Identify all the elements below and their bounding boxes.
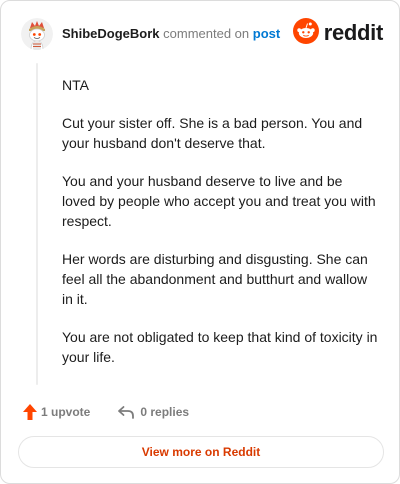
reddit-logo-icon [292,17,319,49]
username-link[interactable]: ShibeDogeBork [62,26,160,41]
replies-button[interactable]: 0 replies [112,404,189,420]
replies-count: 0 replies [140,405,190,419]
comment-meta: ShibeDogeBork commented on post [62,26,280,42]
reddit-wordmark: reddit [323,20,384,45]
post-link[interactable]: post [253,26,280,41]
comment-paragraph: NTA [62,77,89,93]
comment-paragraph: Her words are disturbing and disgusting.… [62,251,368,307]
thread-line [36,63,38,385]
comment-body: NTA Cut your sister off. She is a bad pe… [62,75,378,385]
comment-paragraph: You are not obligated to keep that kind … [62,329,378,365]
comment-paragraph: Cut your sister off. She is a bad person… [62,115,363,151]
commented-on-text: commented on [163,26,250,41]
reply-arrow-icon [117,404,135,420]
upvote-arrow-icon [22,403,38,421]
comment-header: ShibeDogeBork commented on post reddit [21,17,384,52]
upvote-button[interactable]: 1 upvote [19,403,90,421]
upvote-count: 1 upvote [41,405,91,419]
comment-paragraph: You and your husband deserve to live and… [62,173,376,229]
comment-actions: 1 upvote 0 replies [19,401,189,423]
snoo-avatar-icon[interactable] [21,18,53,50]
reddit-brand[interactable]: reddit [292,17,384,49]
comment-embed-card: ShibeDogeBork commented on post reddit N… [0,0,400,484]
view-more-on-reddit-button[interactable]: View more on Reddit [18,436,384,468]
